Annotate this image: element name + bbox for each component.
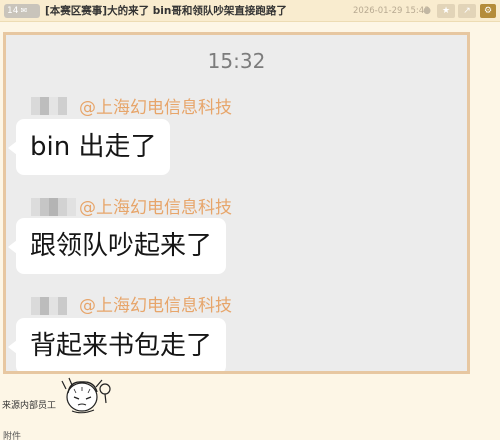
anime-sticker-icon <box>61 377 111 414</box>
avatar <box>31 198 76 216</box>
settings-button[interactable]: ⚙ <box>480 4 496 18</box>
post-date: 2026-01-29 15:43 <box>353 6 430 16</box>
message-bubble: 跟领队吵起来了 <box>7 218 227 274</box>
message-text: 背起来书包走了 <box>30 331 213 361</box>
chat-timestamp: 15:32 <box>207 49 266 73</box>
message-sender: @上海幻电信息科技 <box>79 98 232 118</box>
message-bubble: bin 出走了 <box>7 119 171 175</box>
avatar <box>31 297 67 315</box>
message-sender: @上海幻电信息科技 <box>79 296 232 316</box>
avatar <box>31 97 67 115</box>
reply-count: 14 <box>7 6 19 16</box>
chat-screenshot[interactable]: 15:32 @上海幻电信息科技 bin 出走了 @上海幻电信息科技 跟领队吵起来… <box>3 32 470 374</box>
star-icon: ★ <box>441 6 451 16</box>
gear-icon: ⚙ <box>483 6 493 16</box>
message-sender: @上海幻电信息科技 <box>79 198 232 218</box>
post-header: 14 ✉ [本赛区赛事]大的来了 bin哥和领队吵架直接跑路了 2026-01-… <box>0 0 500 22</box>
favorite-button[interactable]: ★ <box>437 4 455 18</box>
message-text: 跟领队吵起来了 <box>30 231 213 261</box>
attachment-label: 附件 <box>3 432 22 440</box>
lock-icon: ● <box>423 6 431 16</box>
message-text: bin 出走了 <box>30 132 157 162</box>
source-note: 来源内部员工 <box>2 401 57 411</box>
post-title[interactable]: [本赛区赛事]大的来了 bin哥和领队吵架直接跑路了 <box>45 3 287 19</box>
comment-icon: ✉ <box>20 6 28 15</box>
share-icon: ↗ <box>463 6 471 16</box>
message-bubble: 背起来书包走了 <box>7 318 227 371</box>
share-button[interactable]: ↗ <box>458 4 476 18</box>
reply-count-badge: 14 ✉ <box>4 4 40 18</box>
